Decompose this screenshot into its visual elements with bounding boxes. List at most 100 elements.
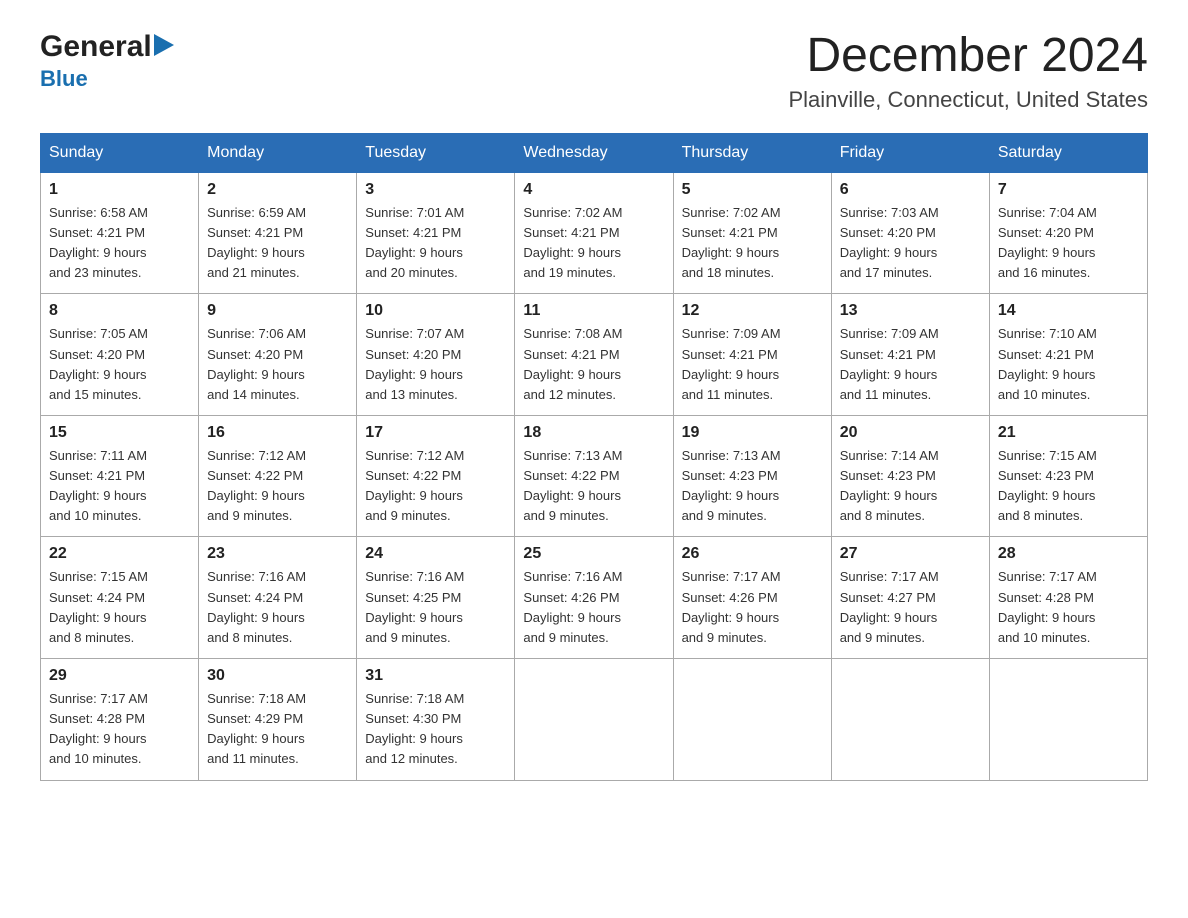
calendar-day-cell: 10 Sunrise: 7:07 AMSunset: 4:20 PMDaylig… bbox=[357, 294, 515, 416]
day-info: Sunrise: 7:11 AMSunset: 4:21 PMDaylight:… bbox=[49, 448, 147, 523]
day-info: Sunrise: 7:17 AMSunset: 4:28 PMDaylight:… bbox=[998, 569, 1097, 644]
calendar-day-cell: 22 Sunrise: 7:15 AMSunset: 4:24 PMDaylig… bbox=[41, 537, 199, 659]
day-number: 1 bbox=[49, 181, 190, 199]
calendar-day-cell: 20 Sunrise: 7:14 AMSunset: 4:23 PMDaylig… bbox=[831, 415, 989, 537]
weekday-header-wednesday: Wednesday bbox=[515, 133, 673, 172]
day-number: 13 bbox=[840, 302, 981, 320]
day-number: 6 bbox=[840, 181, 981, 199]
calendar-week-row: 29 Sunrise: 7:17 AMSunset: 4:28 PMDaylig… bbox=[41, 659, 1148, 781]
calendar-day-cell: 30 Sunrise: 7:18 AMSunset: 4:29 PMDaylig… bbox=[199, 659, 357, 781]
calendar-day-cell: 29 Sunrise: 7:17 AMSunset: 4:28 PMDaylig… bbox=[41, 659, 199, 781]
day-number: 7 bbox=[998, 181, 1139, 199]
day-info: Sunrise: 7:15 AMSunset: 4:23 PMDaylight:… bbox=[998, 448, 1097, 523]
day-info: Sunrise: 7:17 AMSunset: 4:28 PMDaylight:… bbox=[49, 691, 148, 766]
day-info: Sunrise: 7:02 AMSunset: 4:21 PMDaylight:… bbox=[523, 205, 622, 280]
day-info: Sunrise: 7:18 AMSunset: 4:30 PMDaylight:… bbox=[365, 691, 464, 766]
day-info: Sunrise: 7:02 AMSunset: 4:21 PMDaylight:… bbox=[682, 205, 781, 280]
calendar-table: SundayMondayTuesdayWednesdayThursdayFrid… bbox=[40, 133, 1148, 781]
day-info: Sunrise: 7:08 AMSunset: 4:21 PMDaylight:… bbox=[523, 326, 622, 401]
day-number: 20 bbox=[840, 424, 981, 442]
calendar-day-cell: 6 Sunrise: 7:03 AMSunset: 4:20 PMDayligh… bbox=[831, 172, 989, 294]
day-number: 24 bbox=[365, 545, 506, 563]
logo-blue-text: Blue bbox=[40, 66, 88, 92]
calendar-day-cell: 1 Sunrise: 6:58 AMSunset: 4:21 PMDayligh… bbox=[41, 172, 199, 294]
day-info: Sunrise: 7:15 AMSunset: 4:24 PMDaylight:… bbox=[49, 569, 148, 644]
calendar-day-cell: 5 Sunrise: 7:02 AMSunset: 4:21 PMDayligh… bbox=[673, 172, 831, 294]
calendar-day-cell: 31 Sunrise: 7:18 AMSunset: 4:30 PMDaylig… bbox=[357, 659, 515, 781]
day-info: Sunrise: 7:09 AMSunset: 4:21 PMDaylight:… bbox=[840, 326, 939, 401]
day-number: 31 bbox=[365, 667, 506, 685]
calendar-day-cell: 9 Sunrise: 7:06 AMSunset: 4:20 PMDayligh… bbox=[199, 294, 357, 416]
calendar-day-cell: 11 Sunrise: 7:08 AMSunset: 4:21 PMDaylig… bbox=[515, 294, 673, 416]
day-info: Sunrise: 7:17 AMSunset: 4:27 PMDaylight:… bbox=[840, 569, 939, 644]
calendar-day-cell: 21 Sunrise: 7:15 AMSunset: 4:23 PMDaylig… bbox=[989, 415, 1147, 537]
calendar-day-cell: 4 Sunrise: 7:02 AMSunset: 4:21 PMDayligh… bbox=[515, 172, 673, 294]
calendar-day-cell: 13 Sunrise: 7:09 AMSunset: 4:21 PMDaylig… bbox=[831, 294, 989, 416]
day-info: Sunrise: 7:04 AMSunset: 4:20 PMDaylight:… bbox=[998, 205, 1097, 280]
calendar-day-cell: 24 Sunrise: 7:16 AMSunset: 4:25 PMDaylig… bbox=[357, 537, 515, 659]
day-number: 21 bbox=[998, 424, 1139, 442]
calendar-day-cell: 12 Sunrise: 7:09 AMSunset: 4:21 PMDaylig… bbox=[673, 294, 831, 416]
weekday-header-friday: Friday bbox=[831, 133, 989, 172]
day-number: 3 bbox=[365, 181, 506, 199]
day-number: 28 bbox=[998, 545, 1139, 563]
calendar-week-row: 15 Sunrise: 7:11 AMSunset: 4:21 PMDaylig… bbox=[41, 415, 1148, 537]
weekday-header-tuesday: Tuesday bbox=[357, 133, 515, 172]
calendar-empty-cell bbox=[831, 659, 989, 781]
day-info: Sunrise: 7:12 AMSunset: 4:22 PMDaylight:… bbox=[207, 448, 306, 523]
day-info: Sunrise: 7:10 AMSunset: 4:21 PMDaylight:… bbox=[998, 326, 1097, 401]
calendar-day-cell: 8 Sunrise: 7:05 AMSunset: 4:20 PMDayligh… bbox=[41, 294, 199, 416]
calendar-week-row: 22 Sunrise: 7:15 AMSunset: 4:24 PMDaylig… bbox=[41, 537, 1148, 659]
calendar-day-cell: 7 Sunrise: 7:04 AMSunset: 4:20 PMDayligh… bbox=[989, 172, 1147, 294]
calendar-day-cell: 3 Sunrise: 7:01 AMSunset: 4:21 PMDayligh… bbox=[357, 172, 515, 294]
day-number: 2 bbox=[207, 181, 348, 199]
day-info: Sunrise: 7:16 AMSunset: 4:24 PMDaylight:… bbox=[207, 569, 306, 644]
day-number: 4 bbox=[523, 181, 664, 199]
day-number: 10 bbox=[365, 302, 506, 320]
day-number: 29 bbox=[49, 667, 190, 685]
day-info: Sunrise: 6:59 AMSunset: 4:21 PMDaylight:… bbox=[207, 205, 306, 280]
calendar-week-row: 1 Sunrise: 6:58 AMSunset: 4:21 PMDayligh… bbox=[41, 172, 1148, 294]
day-info: Sunrise: 7:16 AMSunset: 4:25 PMDaylight:… bbox=[365, 569, 464, 644]
day-info: Sunrise: 6:58 AMSunset: 4:21 PMDaylight:… bbox=[49, 205, 148, 280]
day-info: Sunrise: 7:03 AMSunset: 4:20 PMDaylight:… bbox=[840, 205, 939, 280]
day-number: 16 bbox=[207, 424, 348, 442]
calendar-empty-cell bbox=[673, 659, 831, 781]
day-number: 25 bbox=[523, 545, 664, 563]
calendar-header-row: SundayMondayTuesdayWednesdayThursdayFrid… bbox=[41, 133, 1148, 172]
logo-general-text: General bbox=[40, 30, 152, 64]
calendar-day-cell: 27 Sunrise: 7:17 AMSunset: 4:27 PMDaylig… bbox=[831, 537, 989, 659]
day-info: Sunrise: 7:06 AMSunset: 4:20 PMDaylight:… bbox=[207, 326, 306, 401]
calendar-day-cell: 28 Sunrise: 7:17 AMSunset: 4:28 PMDaylig… bbox=[989, 537, 1147, 659]
day-info: Sunrise: 7:14 AMSunset: 4:23 PMDaylight:… bbox=[840, 448, 939, 523]
day-info: Sunrise: 7:01 AMSunset: 4:21 PMDaylight:… bbox=[365, 205, 464, 280]
day-number: 23 bbox=[207, 545, 348, 563]
day-info: Sunrise: 7:16 AMSunset: 4:26 PMDaylight:… bbox=[523, 569, 622, 644]
day-info: Sunrise: 7:13 AMSunset: 4:22 PMDaylight:… bbox=[523, 448, 622, 523]
logo-arrow-icon bbox=[152, 34, 174, 56]
day-number: 14 bbox=[998, 302, 1139, 320]
calendar-empty-cell bbox=[515, 659, 673, 781]
day-number: 8 bbox=[49, 302, 190, 320]
day-number: 5 bbox=[682, 181, 823, 199]
calendar-week-row: 8 Sunrise: 7:05 AMSunset: 4:20 PMDayligh… bbox=[41, 294, 1148, 416]
day-info: Sunrise: 7:09 AMSunset: 4:21 PMDaylight:… bbox=[682, 326, 781, 401]
day-number: 15 bbox=[49, 424, 190, 442]
calendar-empty-cell bbox=[989, 659, 1147, 781]
calendar-day-cell: 26 Sunrise: 7:17 AMSunset: 4:26 PMDaylig… bbox=[673, 537, 831, 659]
calendar-day-cell: 23 Sunrise: 7:16 AMSunset: 4:24 PMDaylig… bbox=[199, 537, 357, 659]
calendar-day-cell: 17 Sunrise: 7:12 AMSunset: 4:22 PMDaylig… bbox=[357, 415, 515, 537]
weekday-header-thursday: Thursday bbox=[673, 133, 831, 172]
day-info: Sunrise: 7:17 AMSunset: 4:26 PMDaylight:… bbox=[682, 569, 781, 644]
calendar-day-cell: 19 Sunrise: 7:13 AMSunset: 4:23 PMDaylig… bbox=[673, 415, 831, 537]
day-info: Sunrise: 7:12 AMSunset: 4:22 PMDaylight:… bbox=[365, 448, 464, 523]
day-number: 17 bbox=[365, 424, 506, 442]
month-title: December 2024 bbox=[788, 30, 1148, 83]
calendar-day-cell: 18 Sunrise: 7:13 AMSunset: 4:22 PMDaylig… bbox=[515, 415, 673, 537]
logo: General Blue bbox=[40, 30, 174, 92]
day-info: Sunrise: 7:07 AMSunset: 4:20 PMDaylight:… bbox=[365, 326, 464, 401]
day-number: 9 bbox=[207, 302, 348, 320]
day-info: Sunrise: 7:05 AMSunset: 4:20 PMDaylight:… bbox=[49, 326, 148, 401]
calendar-day-cell: 14 Sunrise: 7:10 AMSunset: 4:21 PMDaylig… bbox=[989, 294, 1147, 416]
calendar-day-cell: 25 Sunrise: 7:16 AMSunset: 4:26 PMDaylig… bbox=[515, 537, 673, 659]
